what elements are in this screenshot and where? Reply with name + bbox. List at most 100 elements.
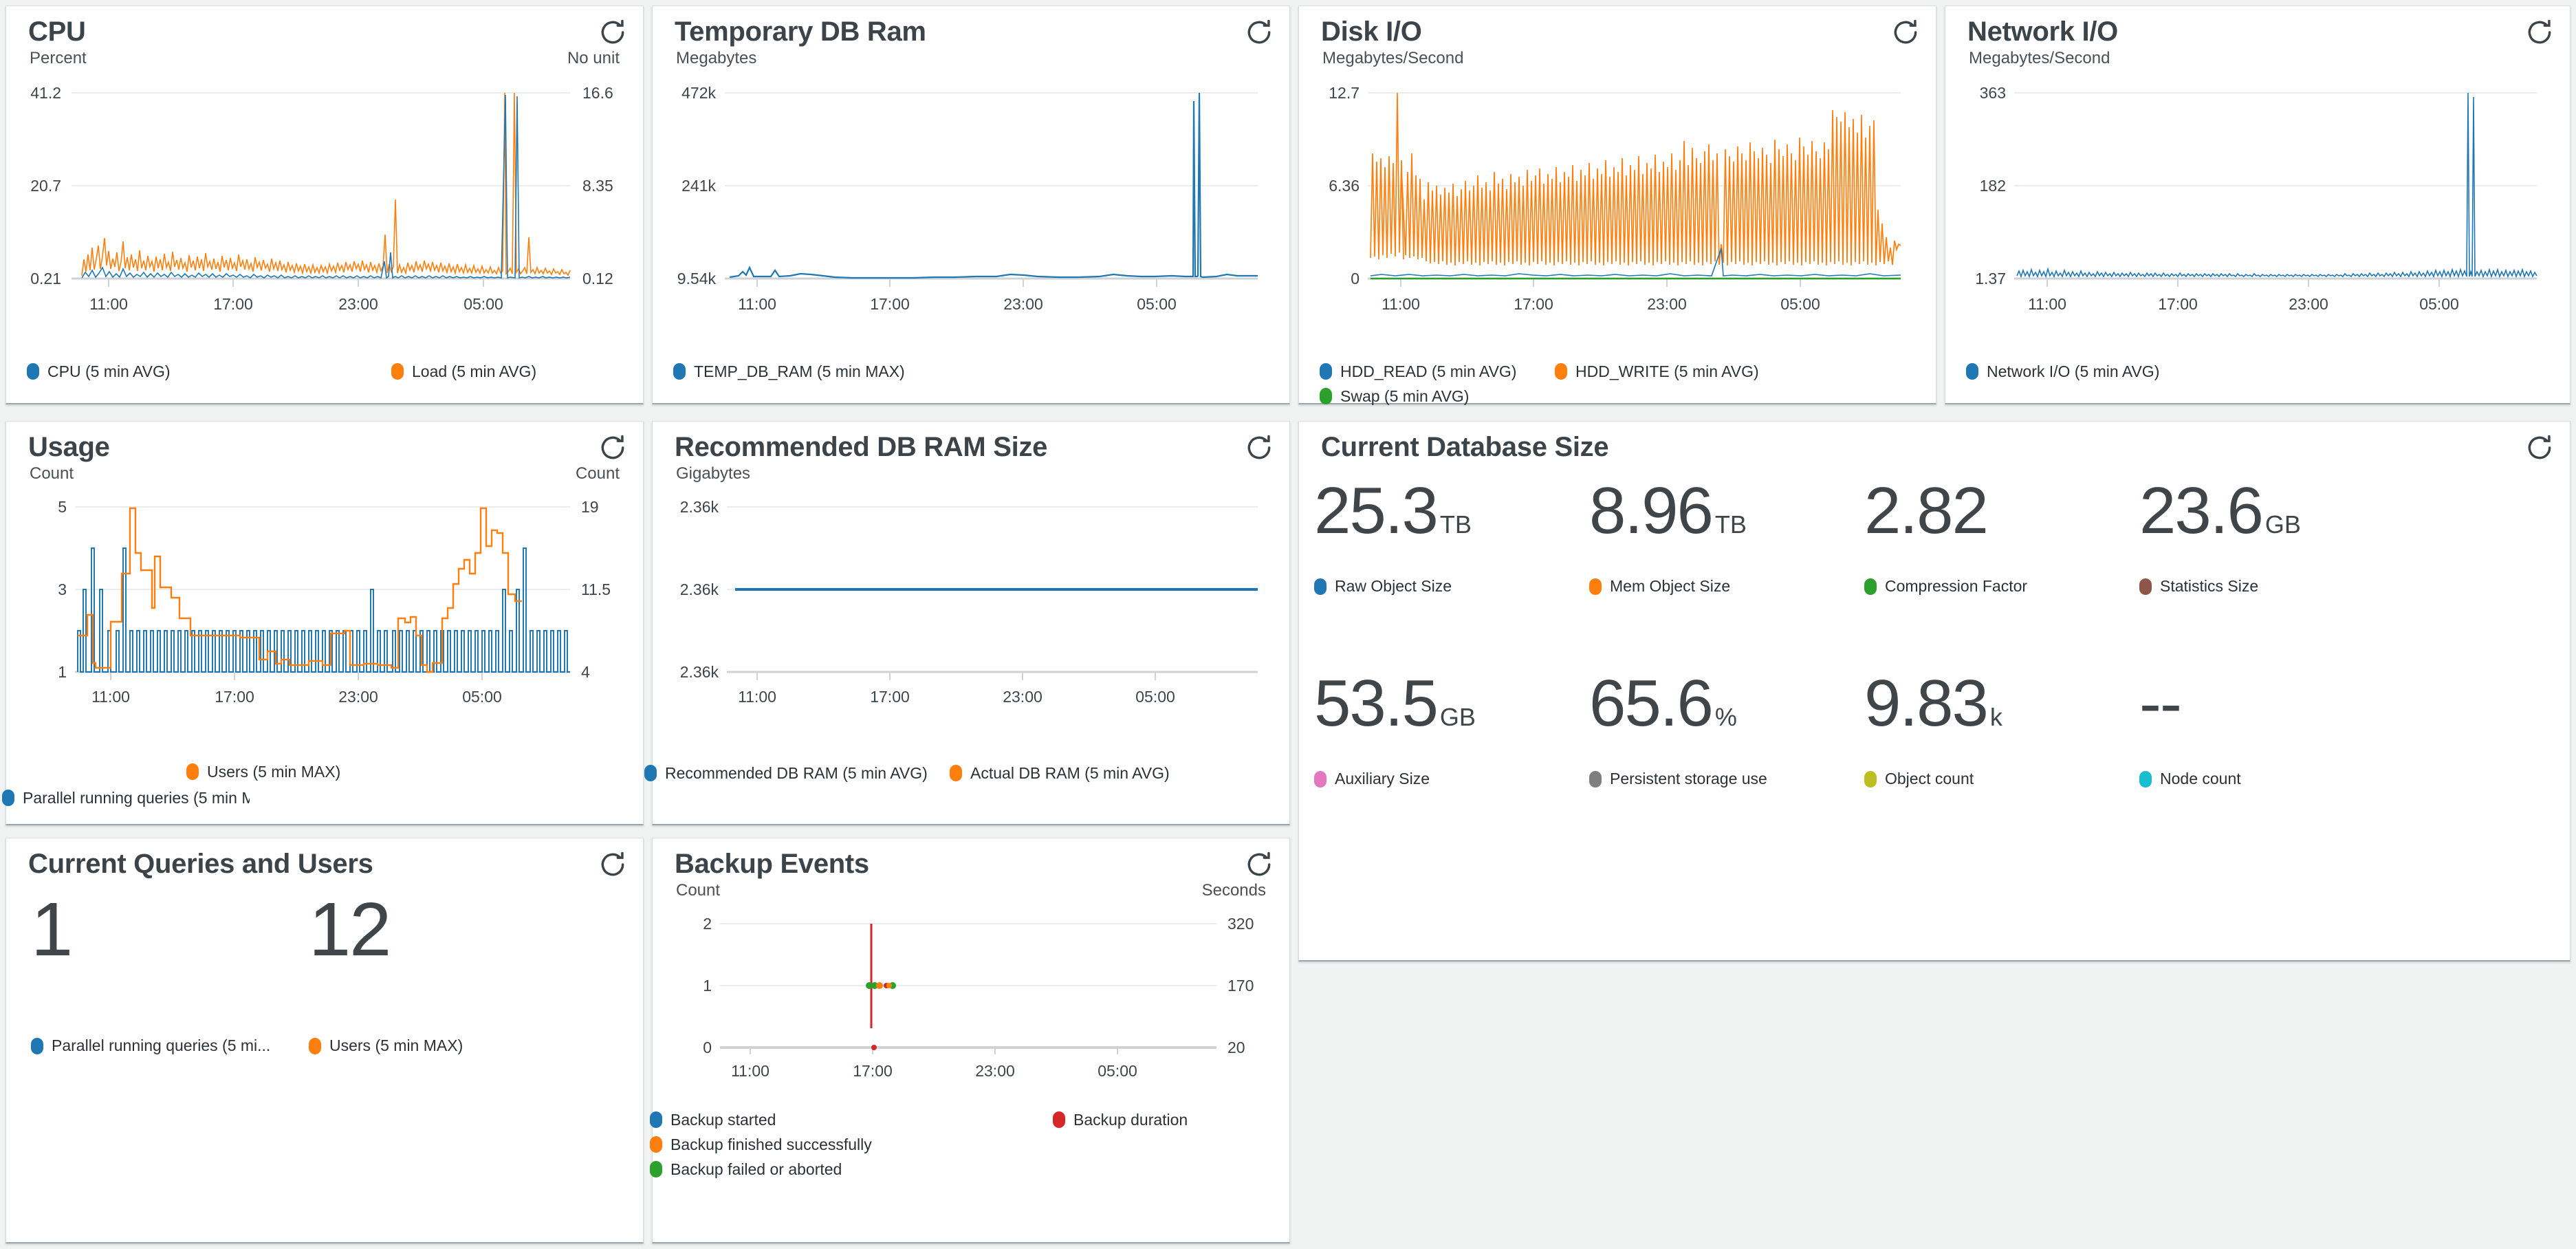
- legend-label: Network I/O (5 min AVG): [1987, 362, 2160, 380]
- svg-text:20.7: 20.7: [30, 177, 61, 195]
- metric-auxiliary-size: 53.5 GB Auxiliary Size: [1314, 669, 1476, 788]
- metric-legend[interactable]: Auxiliary Size: [1314, 770, 1476, 788]
- unit-row: Megabytes: [653, 49, 1289, 72]
- panel-network-io: Network I/O Megabytes/Second 363 182 1.3…: [1945, 6, 2570, 404]
- metric-legend[interactable]: Mem Object Size: [1589, 577, 1747, 596]
- y-axis-ticks-left: 363 182 1.37: [1975, 84, 2006, 287]
- panel-header: Temporary DB Ram: [653, 6, 1289, 49]
- y-axis-ticks-right: 320 170 20: [1227, 915, 1254, 1056]
- refresh-icon[interactable]: [1890, 17, 1921, 47]
- x-axis-ticks: 11:00 17:00 23:00 05:00: [731, 1047, 1137, 1080]
- series-backup-events-markers: [866, 982, 896, 989]
- metric-legend[interactable]: Users (5 min MAX): [309, 1036, 463, 1055]
- legend-item[interactable]: Backup started: [650, 1111, 776, 1129]
- page-title: Network I/O: [1967, 17, 2118, 47]
- metric-legend[interactable]: Raw Object Size: [1314, 577, 1472, 596]
- legend-item[interactable]: Network I/O (5 min AVG): [1966, 362, 2159, 380]
- legend-swatch-icon: [1555, 363, 1567, 380]
- legend-item[interactable]: Users (5 min MAX): [186, 763, 340, 781]
- legend-item[interactable]: CPU (5 min AVG): [27, 362, 171, 380]
- legend-item[interactable]: Backup duration: [1053, 1111, 1188, 1129]
- gridlines: [725, 92, 1258, 280]
- metric-parallel-running-queries: 1 Parallel running queries (5 mi...: [31, 891, 270, 1055]
- metric-legend[interactable]: Object count: [1864, 770, 2002, 788]
- legend-item[interactable]: Parallel running queries (5 min MAX): [2, 789, 250, 807]
- svg-text:0.21: 0.21: [30, 270, 61, 287]
- refresh-icon[interactable]: [1244, 433, 1274, 463]
- series-hdd-read: [1370, 248, 1901, 276]
- y-axis-ticks-left: 2 1 0: [703, 915, 712, 1056]
- panel-usage: Usage Count Count 5 3 1 19 11.5 4 11:00 …: [2, 421, 644, 825]
- legend-item[interactable]: Recommended DB RAM (5 min AVG): [644, 764, 928, 782]
- series-network-io: [2016, 92, 2537, 279]
- svg-text:05:00: 05:00: [1098, 1062, 1137, 1080]
- refresh-icon[interactable]: [2524, 17, 2555, 47]
- y-axis-unit-left: Megabytes/Second: [1969, 49, 2110, 67]
- legend-swatch-icon: [1053, 1111, 1065, 1128]
- legend-swatch-icon: [31, 1037, 43, 1054]
- metric-label: Node count: [2160, 770, 2241, 788]
- metric-label: Persistent storage use: [1610, 770, 1767, 788]
- metric-value: 2.82: [1864, 474, 1989, 547]
- gridlines: [72, 92, 570, 280]
- panel-header: Disk I/O: [1299, 6, 1936, 49]
- y-axis-unit-right: Count: [575, 464, 620, 483]
- refresh-icon[interactable]: [1244, 17, 1274, 47]
- legend-item[interactable]: Load (5 min AVG): [391, 362, 536, 380]
- chart-disk-io: 12.7 6.36 0 11:00 17:00 23:00 05:00: [1299, 72, 1936, 361]
- metric-legend[interactable]: Compression Factor: [1864, 577, 2027, 596]
- metric-legend[interactable]: Statistics Size: [2139, 577, 2301, 596]
- legend-swatch-icon: [186, 763, 199, 780]
- unit-row: Gigabytes: [653, 464, 1289, 488]
- page-title: Current Queries and Users: [28, 849, 373, 879]
- metric-legend[interactable]: Persistent storage use: [1589, 770, 1767, 788]
- y-axis-unit-left: Megabytes/Second: [1322, 49, 1464, 67]
- svg-text:2.36k: 2.36k: [680, 580, 719, 598]
- svg-text:11:00: 11:00: [2028, 295, 2066, 313]
- svg-text:11.5: 11.5: [581, 580, 611, 598]
- legend-swatch-icon: [1320, 363, 1332, 380]
- unit-row: Megabytes/Second: [1945, 49, 2570, 72]
- chart-network-io: 363 182 1.37 11:00 17:00 23:00 05:00: [1945, 72, 2570, 361]
- page-title: Temporary DB Ram: [675, 17, 926, 47]
- legend-item[interactable]: Actual DB RAM (5 min AVG): [950, 764, 1170, 782]
- y-axis-ticks-left: 2.36k 2.36k 2.36k: [680, 498, 719, 681]
- legend-item[interactable]: Swap (5 min AVG): [1320, 387, 1469, 405]
- panel-header: Current Queries and Users: [6, 838, 643, 881]
- legend-label: Actual DB RAM (5 min AVG): [970, 764, 1170, 782]
- series-load: [81, 92, 571, 276]
- legend-item[interactable]: Backup failed or aborted: [650, 1160, 842, 1178]
- legend-swatch-icon: [2, 790, 14, 806]
- metric-value: 9.83 k: [1864, 666, 2002, 740]
- y-axis-ticks-left: 41.2 20.7 0.21: [30, 84, 61, 287]
- svg-text:1: 1: [703, 977, 712, 995]
- refresh-icon[interactable]: [598, 433, 628, 463]
- series-parallel-queries: [77, 547, 570, 673]
- legend-item[interactable]: TEMP_DB_RAM (5 min MAX): [673, 362, 905, 380]
- refresh-icon[interactable]: [1244, 849, 1274, 880]
- metric-node-count: -- Node count: [2139, 669, 2241, 788]
- legend-label: Backup duration: [1073, 1111, 1188, 1129]
- page-title: Current Database Size: [1321, 432, 1609, 462]
- legend-item[interactable]: HDD_WRITE (5 min AVG): [1555, 362, 1759, 380]
- page-title: CPU: [28, 17, 86, 47]
- metric-legend[interactable]: Parallel running queries (5 mi...: [31, 1036, 270, 1055]
- legend-swatch-icon: [309, 1037, 321, 1054]
- metric-object-count: 9.83 k Object count: [1864, 669, 2002, 788]
- svg-text:17:00: 17:00: [213, 295, 253, 313]
- svg-text:11:00: 11:00: [89, 295, 128, 313]
- y-axis-unit-left: Count: [676, 881, 721, 900]
- metric-legend[interactable]: Node count: [2139, 770, 2241, 788]
- x-axis-ticks: 11:00 17:00 23:00 05:00: [1382, 279, 1820, 313]
- legend-item[interactable]: HDD_READ (5 min AVG): [1320, 362, 1516, 380]
- y-axis-unit-left: Count: [30, 464, 74, 483]
- y-axis-unit-left: Megabytes: [676, 49, 757, 67]
- y-axis-ticks-left: 12.7 6.36 0: [1329, 84, 1360, 287]
- chart-legend: HDD_READ (5 min AVG) HDD_WRITE (5 min AV…: [1299, 361, 1936, 416]
- svg-text:4: 4: [581, 663, 590, 681]
- svg-text:17:00: 17:00: [1514, 295, 1553, 313]
- legend-item[interactable]: Backup finished successfully: [650, 1136, 872, 1153]
- refresh-icon[interactable]: [598, 17, 628, 47]
- refresh-icon[interactable]: [598, 849, 628, 880]
- refresh-icon[interactable]: [2524, 433, 2555, 463]
